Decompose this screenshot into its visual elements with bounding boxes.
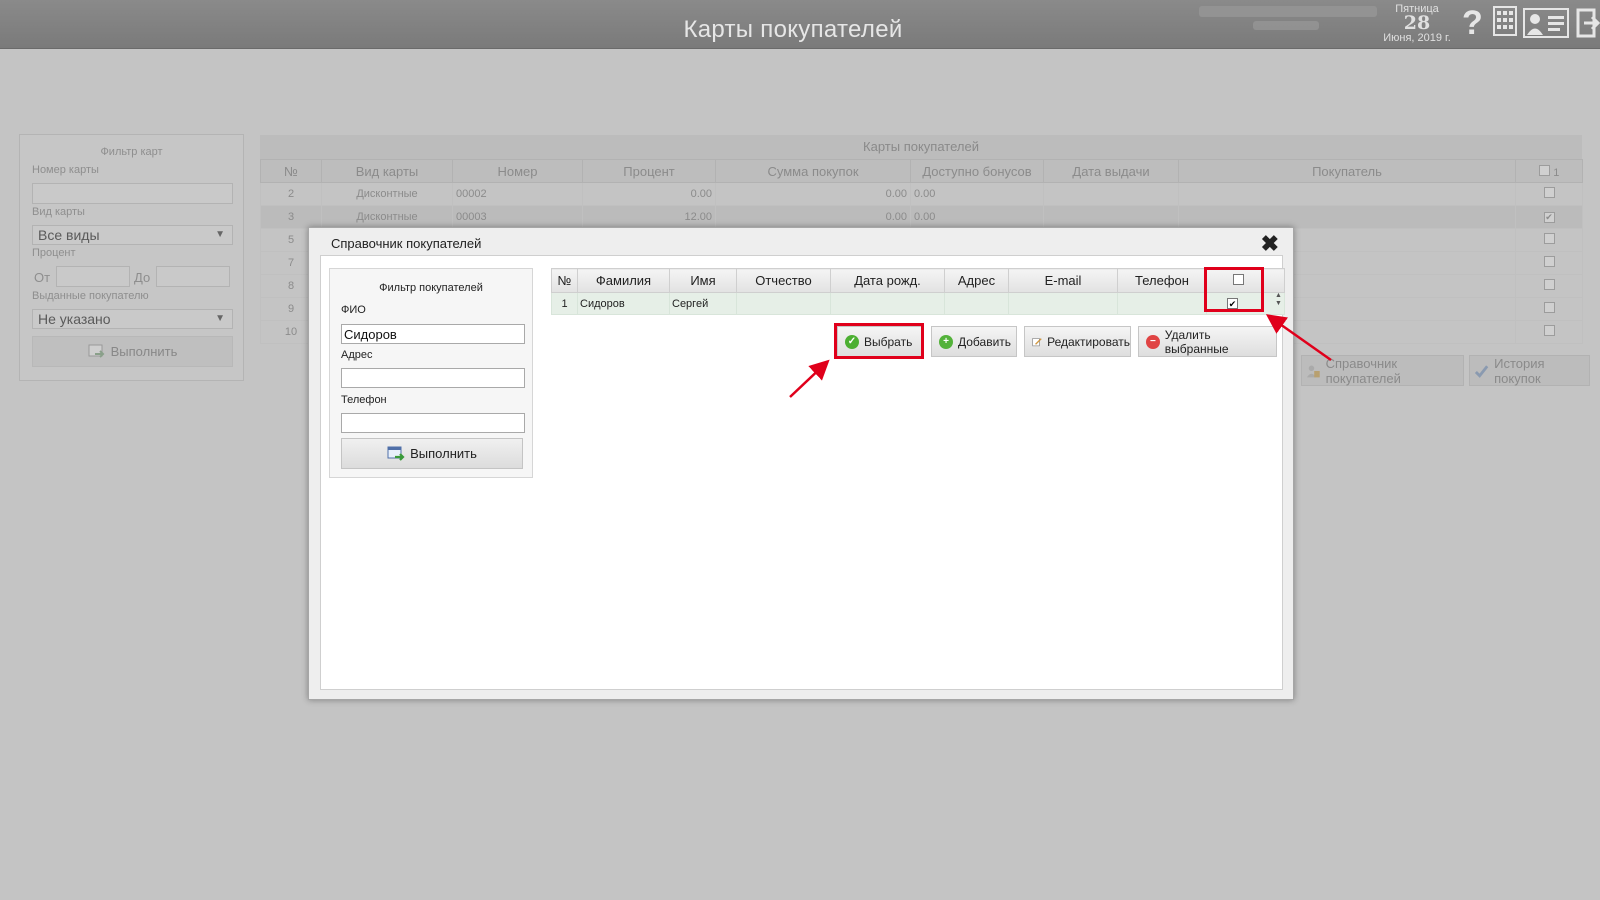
annotation-arrows <box>789 314 1332 398</box>
arrow-to-select-button <box>789 359 830 398</box>
arrow-to-checkboxes <box>1265 314 1332 362</box>
